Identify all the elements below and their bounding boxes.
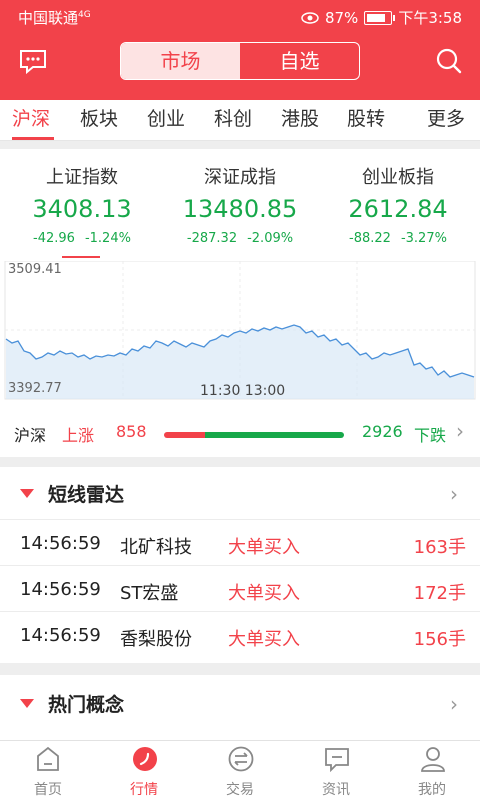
bottom-nav: 首页 行情 交易 资讯 我的 [0, 740, 480, 801]
home-icon [37, 746, 59, 771]
search-icon[interactable] [434, 46, 464, 76]
chevron-right-icon: › [450, 482, 458, 506]
breadth-bar [164, 432, 344, 438]
index-change: -42.96 [33, 231, 75, 246]
radar-time: 14:56:59 [20, 579, 101, 600]
nav-market[interactable]: 行情 [96, 741, 192, 801]
user-icon [421, 747, 445, 772]
market-watchlist-toggle: 市场 自选 [120, 42, 360, 80]
tab-market[interactable]: 市场 [121, 43, 240, 79]
breadth-market: 沪深 [14, 426, 47, 445]
tab-neeq[interactable]: 股转 [347, 104, 385, 131]
tab-hk[interactable]: 港股 [281, 104, 319, 131]
index-percent: -1.24% [84, 231, 131, 246]
nav-label: 我的 [418, 782, 446, 798]
battery-icon [364, 10, 396, 25]
radar-title: 短线雷达 [48, 484, 125, 506]
index-cards: 上证指数 3408.13 -42.96 -1.24% 深证成指 13480.85 … [0, 149, 480, 261]
nav-label: 资讯 [322, 782, 350, 798]
chevron-right-icon: › [456, 419, 464, 443]
radar-stock: ST宏盛 [120, 583, 179, 604]
index-percent: -3.27% [400, 231, 447, 246]
index-value: 3408.13 [32, 195, 132, 223]
index-percent: -2.09% [247, 231, 294, 246]
news-icon [325, 748, 349, 772]
index-change: -88.22 [349, 231, 391, 246]
chart-low-label: 3392.77 [8, 381, 62, 396]
radar-time: 14:56:59 [20, 533, 101, 554]
radar-volume: 156手 [413, 629, 466, 650]
nav-label: 行情 [130, 782, 158, 798]
market-icon [133, 747, 157, 771]
tab-chinext[interactable]: 创业 [147, 104, 185, 131]
nav-home[interactable]: 首页 [0, 741, 96, 801]
radar-row[interactable]: 14:56:59 ST宏盛 大单买入 172手 [0, 565, 480, 612]
index-card[interactable]: 创业板指 2612.84 -88.22 -3.27% [318, 163, 478, 246]
nav-trade[interactable]: 交易 [192, 741, 288, 801]
radar-time: 14:56:59 [20, 625, 101, 646]
caret-down-icon [20, 699, 34, 708]
index-name: 深证成指 [204, 167, 276, 188]
radar-stock: 香梨股份 [120, 629, 192, 650]
tab-more[interactable]: 更多 [427, 104, 465, 131]
divider [0, 457, 480, 467]
radar-volume: 172手 [413, 583, 466, 604]
chevron-right-icon: › [450, 692, 458, 716]
chart-time-label: 11:30 13:00 [200, 383, 286, 399]
battery-percent: 87% [324, 8, 359, 27]
hot-section: 热门概念 › [0, 675, 480, 740]
radar-signal: 大单买入 [228, 537, 300, 558]
radar-row[interactable]: 14:56:59 香梨股份 大单买入 156手 [0, 611, 480, 658]
nav-profile[interactable]: 我的 [384, 741, 480, 801]
eye-icon [301, 11, 319, 24]
market-breadth[interactable]: 沪深 上涨 858 2926 下跌 › [0, 405, 480, 457]
chart-high-label: 3509.41 [8, 262, 62, 277]
nav-news[interactable]: 资讯 [288, 741, 384, 801]
selected-index-indicator [62, 256, 100, 258]
radar-section: 短线雷达 › 14:56:59 北矿科技 大单买入 163手 14:56:59 … [0, 467, 480, 663]
nav-label: 交易 [226, 782, 254, 798]
index-value: 2612.84 [348, 195, 448, 223]
carrier-label: 中国联通4G [18, 9, 91, 27]
radar-volume: 163手 [413, 537, 466, 558]
radar-stock: 北矿科技 [120, 537, 192, 558]
down-label: 下跌 [414, 426, 447, 445]
nav-label: 首页 [34, 782, 62, 798]
tab-underline [12, 137, 54, 140]
radar-signal: 大单买入 [228, 583, 300, 604]
tab-watchlist[interactable]: 自选 [240, 43, 359, 79]
radar-signal: 大单买入 [228, 629, 300, 650]
market-tabs: 沪深 板块 创业 科创 港股 股转 更多 [0, 100, 480, 228]
radar-header[interactable]: 短线雷达 › [0, 467, 480, 517]
intraday-chart[interactable]: 3509.41 3392.77 11:30 13:00 [0, 260, 480, 405]
divider [0, 141, 480, 149]
index-name: 创业板指 [362, 167, 434, 188]
up-count: 858 [116, 422, 147, 441]
index-card[interactable]: 上证指数 3408.13 -42.96 -1.24% [2, 163, 162, 246]
tab-star[interactable]: 科创 [214, 104, 252, 131]
radar-row[interactable]: 14:56:59 北矿科技 大单买入 163手 [0, 519, 480, 566]
caret-down-icon [20, 489, 34, 498]
index-card[interactable]: 深证成指 13480.85 -287.32 -2.09% [160, 163, 320, 246]
down-count: 2926 [362, 422, 403, 441]
exchange-icon [228, 746, 254, 772]
tab-sector[interactable]: 板块 [80, 104, 118, 131]
status-bar: 中国联通4G 87% 下午3:58 [0, 0, 480, 32]
index-name: 上证指数 [46, 167, 118, 188]
up-label: 上涨 [62, 426, 95, 445]
clock: 下午3:58 [398, 9, 462, 27]
hot-title: 热门概念 [48, 694, 125, 716]
index-change: -287.32 [186, 231, 238, 246]
tab-shsz[interactable]: 沪深 [12, 104, 50, 131]
message-icon[interactable] [18, 46, 48, 76]
hot-header[interactable]: 热门概念 › [0, 677, 480, 727]
divider [0, 663, 480, 675]
index-value: 13480.85 [182, 195, 298, 223]
